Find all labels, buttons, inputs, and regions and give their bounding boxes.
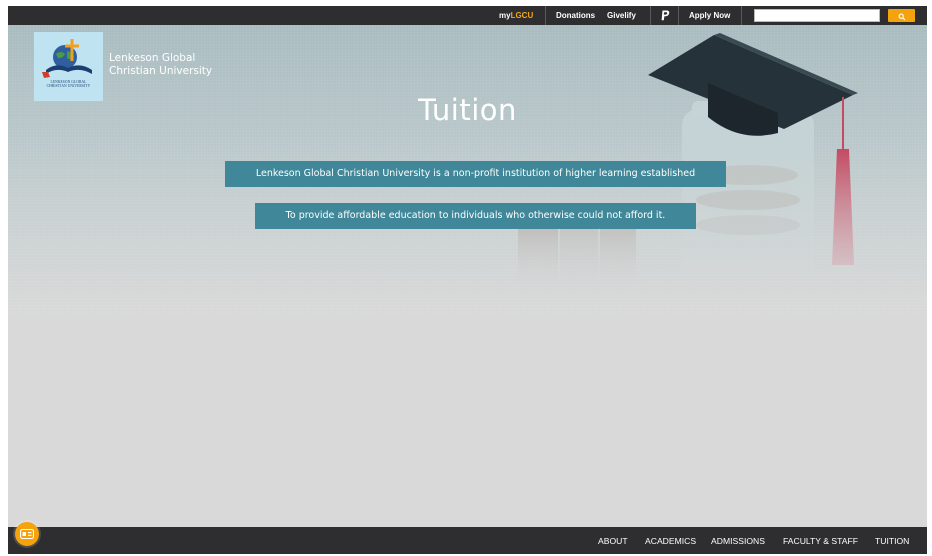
nav-item-tuition[interactable]: TUITION: [875, 527, 909, 554]
nav-item-admissions[interactable]: ADMISSIONS: [711, 527, 765, 554]
divider: [545, 6, 546, 25]
page: myLGCU Donations Givelify Apply Now LENK…: [8, 6, 927, 554]
donations-link[interactable]: Donations: [556, 6, 595, 25]
divider: [741, 6, 742, 25]
university-name-line-1: Lenkeson Global: [109, 52, 196, 64]
search-input[interactable]: [754, 9, 880, 22]
mylgcu-link[interactable]: myLGCU: [499, 6, 533, 25]
nav-item-about[interactable]: ABOUT: [598, 527, 628, 554]
logo-line-2: CHRISTIAN UNIVERSITY: [46, 84, 91, 88]
university-name[interactable]: Lenkeson Global Christian University: [109, 52, 269, 78]
university-name-line-2: Christian University: [109, 65, 213, 77]
tagline-banner-1: Lenkeson Global Christian University is …: [225, 161, 726, 187]
nav-item-faculty-staff[interactable]: FACULTY & STAFF: [783, 527, 858, 554]
nav-item-academics[interactable]: ACADEMICS: [645, 527, 696, 554]
main-navigation-bar: ABOUT ACADEMICS ADMISSIONS FACULTY & STA…: [8, 527, 927, 554]
accessibility-toggle-icon: [20, 529, 34, 539]
divider: [678, 6, 679, 25]
top-utility-bar: myLGCU Donations Givelify Apply Now: [8, 6, 927, 25]
tagline-banner-2: To provide affordable education to indiv…: [255, 203, 696, 229]
globe-book-cross-icon: [42, 39, 92, 78]
mylgcu-suffix: LGCU: [510, 11, 534, 20]
apply-now-link[interactable]: Apply Now: [689, 6, 730, 25]
accessibility-button[interactable]: [15, 522, 39, 546]
search-icon: [898, 13, 905, 20]
university-logo[interactable]: LENKESON GLOBAL CHRISTIAN UNIVERSITY: [34, 32, 103, 101]
page-title: Tuition: [418, 93, 517, 127]
hero-banner: LENKESON GLOBAL CHRISTIAN UNIVERSITY Len…: [8, 25, 927, 315]
logo-wordmark: LENKESON GLOBAL CHRISTIAN UNIVERSITY: [38, 80, 99, 88]
givelify-link[interactable]: Givelify: [607, 6, 636, 25]
divider: [650, 6, 651, 25]
search-button[interactable]: [888, 9, 915, 22]
paypal-icon[interactable]: [661, 10, 670, 21]
mylgcu-prefix: my: [499, 11, 511, 20]
